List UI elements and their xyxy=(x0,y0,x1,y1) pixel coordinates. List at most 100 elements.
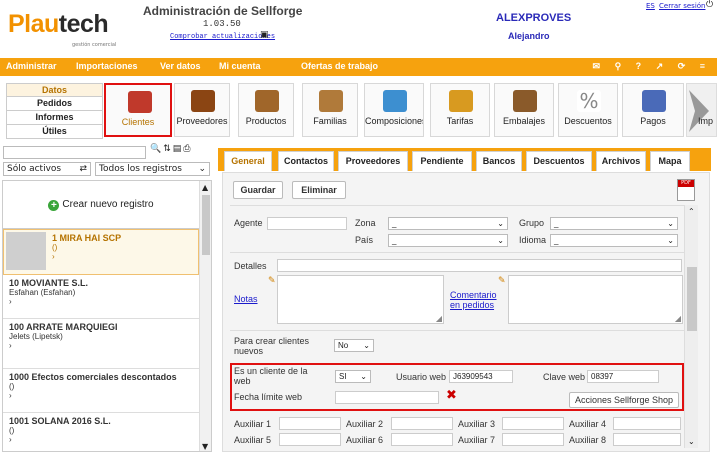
new-register-button[interactable]: + Crear nuevo registro xyxy=(3,181,199,229)
active-filter-select[interactable]: Sólo activos ⇄ xyxy=(3,162,91,176)
aux6-field[interactable] xyxy=(391,433,453,446)
composition-icon xyxy=(383,90,407,112)
language-link[interactable]: ES xyxy=(646,2,655,10)
tab-bancos[interactable]: Bancos xyxy=(476,151,522,171)
menu-toolbar-icons[interactable]: ✉ ⚲ ? ↗ ⟳ ≡ xyxy=(593,61,711,72)
aux3-label: Auxiliar 3 xyxy=(458,419,496,429)
list-item[interactable]: 100 ARRATE MARQUIEGI Jelets (Lipetsk) › xyxy=(3,319,199,369)
module-pagos[interactable]: Pagos xyxy=(622,83,684,137)
scroll-down-icon[interactable]: ⌄ xyxy=(688,437,695,446)
sellforge-shop-actions-button[interactable]: Acciones Sellforge Shop xyxy=(569,392,679,408)
print-icon[interactable]: ⎙ xyxy=(183,144,192,154)
nav-utiles[interactable]: Útiles xyxy=(6,125,103,139)
aux5-field[interactable] xyxy=(279,433,341,446)
sort-icon[interactable]: ⇅ xyxy=(163,144,173,154)
module-descuentos[interactable]: % Descuentos xyxy=(558,83,618,137)
module-productos[interactable]: Productos xyxy=(238,83,294,137)
aux4-field[interactable] xyxy=(613,417,681,430)
scroll-down-icon[interactable]: ▼ xyxy=(202,442,208,451)
aux2-field[interactable] xyxy=(391,417,453,430)
pencil-icon[interactable]: ✎ xyxy=(498,276,506,286)
module-composiciones[interactable]: Composiciones xyxy=(364,83,424,137)
boxes-icon xyxy=(319,90,343,112)
aux3-field[interactable] xyxy=(502,417,564,430)
list-item[interactable]: 1000 Efectos comerciales descontados () … xyxy=(3,369,199,413)
aux7-field[interactable] xyxy=(502,433,564,446)
detalles-field[interactable] xyxy=(277,259,682,272)
view-icon[interactable]: ▤ xyxy=(173,144,184,154)
crear-clientes-select[interactable]: No ⌄ xyxy=(334,339,374,352)
scroll-thumb[interactable] xyxy=(687,267,697,331)
delete-button[interactable]: Eliminar xyxy=(292,181,346,199)
menu-ofertas-trabajo[interactable]: Ofertas de trabajo xyxy=(301,61,378,71)
aux7-label: Auxiliar 7 xyxy=(458,435,496,445)
module-proveedores[interactable]: Proveedores xyxy=(174,83,230,137)
pdf-icon[interactable]: PDF xyxy=(677,179,695,201)
plautech-logo: Plautech xyxy=(8,10,109,38)
tab-mapa[interactable]: Mapa xyxy=(650,151,690,171)
top-menu-bar: Administrar Importaciones Ver datos Mi c… xyxy=(0,58,717,76)
pais-select[interactable]: _ ⌄ xyxy=(388,234,508,247)
agente-field[interactable] xyxy=(267,217,347,230)
list-item[interactable]: 1 MIRA HAI SCP () › xyxy=(3,229,199,275)
clear-date-icon[interactable]: ✖ xyxy=(446,388,457,403)
form-scrollbar[interactable]: ⌃ ⌄ xyxy=(684,205,698,448)
left-nav: Datos Pedidos Informes Útiles xyxy=(6,83,103,139)
list-item[interactable]: 10 MOVIANTE S.L. Esfahan (Esfahan) › xyxy=(3,275,199,319)
menu-mi-cuenta[interactable]: Mi cuenta xyxy=(219,61,261,71)
logo-subtitle: gestión comercial xyxy=(72,42,117,48)
resize-grip-icon: ◢ xyxy=(674,314,681,323)
idioma-select[interactable]: _ ⌄ xyxy=(550,234,678,247)
divider xyxy=(230,252,684,253)
logout-link[interactable]: Cerrar sesión xyxy=(659,2,705,10)
menu-importaciones[interactable]: Importaciones xyxy=(76,61,138,71)
scroll-thumb[interactable] xyxy=(202,195,210,255)
tab-general[interactable]: General xyxy=(224,151,272,171)
chevron-down-icon: ⌄ xyxy=(198,164,206,174)
es-cliente-web-label: Es un cliente de la web xyxy=(234,366,308,386)
es-cliente-web-select[interactable]: SI ⌄ xyxy=(335,370,371,383)
module-scroll-right[interactable]: Imp xyxy=(686,83,717,137)
aux5-label: Auxiliar 5 xyxy=(234,435,272,445)
module-clientes[interactable]: Clientes xyxy=(104,83,172,137)
clave-web-field[interactable]: 08397 xyxy=(587,370,659,383)
list-scrollbar[interactable]: ▲ ▼ xyxy=(199,181,211,451)
module-embalajes[interactable]: Embalajes xyxy=(494,83,554,137)
module-familias[interactable]: Familias xyxy=(302,83,358,137)
fecha-limite-field[interactable] xyxy=(335,391,439,404)
download-icon[interactable]: ▣ xyxy=(260,30,269,40)
tab-contactos[interactable]: Contactos xyxy=(278,151,334,171)
notas-link[interactable]: Notas xyxy=(234,294,258,304)
divider xyxy=(230,205,684,206)
scroll-up-icon[interactable]: ▲ xyxy=(202,183,208,192)
agente-label: Agente xyxy=(234,218,263,228)
comentario-textarea[interactable]: ◢ xyxy=(508,275,683,324)
notas-textarea[interactable]: ◢ xyxy=(277,275,444,324)
menu-administrar[interactable]: Administrar xyxy=(6,61,57,71)
zona-select[interactable]: _ ⌄ xyxy=(388,217,508,230)
tab-pendiente[interactable]: Pendiente xyxy=(412,151,472,171)
registers-filter-select[interactable]: Todos los registros ⌄ xyxy=(95,162,210,176)
nav-datos[interactable]: Datos xyxy=(6,83,103,97)
search-icon[interactable]: 🔍 xyxy=(150,144,163,154)
nav-informes[interactable]: Informes xyxy=(6,111,103,125)
usuario-web-label: Usuario web xyxy=(396,372,447,382)
module-tarifas[interactable]: Tarifas xyxy=(430,83,490,137)
aux1-field[interactable] xyxy=(279,417,341,430)
search-input[interactable] xyxy=(3,146,146,159)
list-item[interactable]: 1001 SOLANA 2016 S.L. () › xyxy=(3,413,199,451)
save-button[interactable]: Guardar xyxy=(233,181,283,199)
scroll-up-icon[interactable]: ⌃ xyxy=(688,207,695,216)
power-icon[interactable]: ⏻ xyxy=(706,0,713,10)
chevron-down-icon: ⌄ xyxy=(497,219,504,228)
tab-archivos[interactable]: Archivos xyxy=(596,151,646,171)
tab-descuentos[interactable]: Descuentos xyxy=(526,151,592,171)
comentario-pedidos-link[interactable]: Comentario en pedidos xyxy=(450,290,500,310)
tab-proveedores[interactable]: Proveedores xyxy=(338,151,408,171)
usuario-web-field[interactable]: J63909543 xyxy=(449,370,513,383)
pencil-icon[interactable]: ✎ xyxy=(268,276,276,286)
aux8-field[interactable] xyxy=(613,433,681,446)
menu-ver-datos[interactable]: Ver datos xyxy=(160,61,201,71)
grupo-select[interactable]: _ ⌄ xyxy=(550,217,678,230)
nav-pedidos[interactable]: Pedidos xyxy=(6,97,103,111)
